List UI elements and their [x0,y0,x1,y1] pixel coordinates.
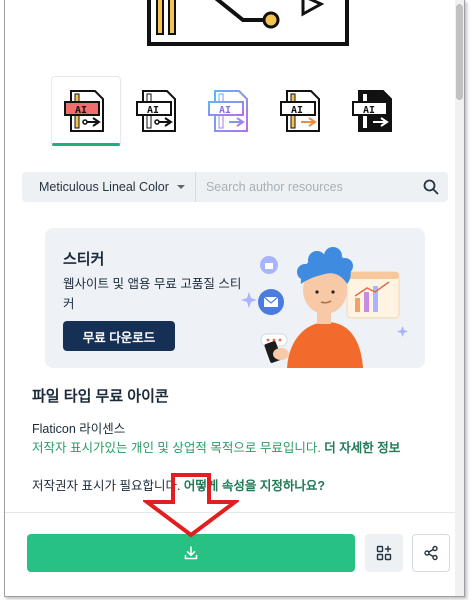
chevron-down-icon [176,185,185,189]
app-frame: AI AI AI AI AI Meticulous Lineal Color S… [4,0,465,597]
icon-set-title: 파일 타입 무료 아이콘 [32,388,169,405]
add-to-collection-button[interactable] [365,534,403,572]
svg-text:AI: AI [219,105,231,116]
variant-lineal-color[interactable]: AI [51,76,121,146]
search-button[interactable] [414,172,448,202]
banner-title: 스티커 [63,251,105,268]
add-to-collection-icon [376,545,392,561]
sticker-promo-banner: 스티커 웹사이트 및 앱용 무료 고품질 스티커 무료 다운로드 [45,228,425,368]
license-description-text: 저작자 표시가있는 개인 및 상업적 목적으로 무료입니다. [32,441,325,455]
scrollbar-thumb[interactable] [456,4,463,100]
sticker-illustration [241,247,408,368]
search-icon [423,179,439,195]
ai-file-icon: AI [64,90,104,132]
variant-gradient[interactable]: AI [195,76,265,146]
svg-text:AI: AI [363,105,375,116]
annotation-arrow [143,473,239,538]
icon-preview [147,0,349,46]
download-button[interactable] [27,534,355,572]
share-icon [424,545,438,561]
svg-text:AI: AI [75,105,87,116]
banner-description: 웹사이트 및 앱용 무료 고품질 스티커 [63,277,242,311]
free-download-button[interactable]: 무료 다운로드 [63,321,175,351]
license-description: 저작자 표시가있는 개인 및 상업적 목적으로 무료입니다. 더 자세한 정보 [32,437,400,456]
variant-color-accent[interactable]: AI [267,76,337,146]
license-label: Flaticon 라이센스 [32,422,126,436]
ai-file-icon: AI [280,90,320,132]
more-info-link[interactable]: 더 자세한 정보 [324,441,400,455]
ai-file-icon: AI [136,90,176,132]
icon-variant-list: AI AI AI AI AI [51,76,409,146]
style-dropdown[interactable]: Meticulous Lineal Color [22,172,196,202]
vertical-scrollbar[interactable] [455,0,464,596]
ai-file-icon: AI [208,90,248,132]
style-dropdown-label: Meticulous Lineal Color [39,180,169,194]
download-icon [184,546,198,560]
svg-text:AI: AI [291,105,303,116]
search-input[interactable] [195,180,414,194]
svg-text:AI: AI [147,105,159,116]
variant-fill[interactable]: AI [339,76,409,146]
ai-file-icon: AI [352,90,392,132]
share-button[interactable] [412,534,450,572]
variant-lineal[interactable]: AI [123,76,193,146]
author-search-bar: Meticulous Lineal Color [22,172,448,202]
